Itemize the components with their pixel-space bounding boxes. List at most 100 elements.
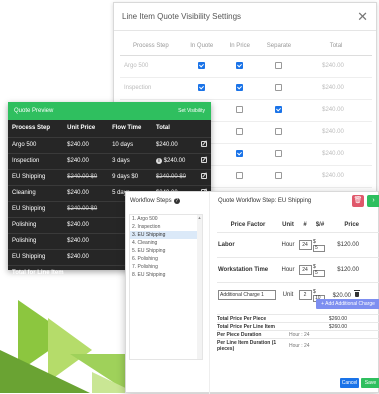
quote-column-header: Unit Price bbox=[63, 120, 109, 138]
visibility-column-header: In Quote bbox=[181, 37, 222, 56]
total-cell: $240.00 bbox=[300, 143, 372, 166]
separate-checkbox[interactable] bbox=[275, 84, 283, 92]
help-icon[interactable]: ? bbox=[173, 198, 180, 204]
separate-checkbox[interactable] bbox=[275, 150, 283, 158]
workflow-step-item[interactable]: 2. Inspection bbox=[130, 223, 202, 231]
cancel-button[interactable]: Cancel bbox=[340, 378, 359, 388]
unit-price-cell: $240.00 bbox=[63, 153, 109, 170]
separate-checkbox[interactable] bbox=[275, 172, 283, 180]
factor-name-cell: Labor bbox=[217, 242, 279, 248]
factor-name-cell: Workstation Time bbox=[217, 267, 279, 273]
workflow-step-item[interactable]: 5. EU Shipping bbox=[130, 247, 202, 255]
visibility-column-header: In Price bbox=[221, 37, 258, 56]
in-price-checkbox[interactable] bbox=[236, 84, 244, 92]
edit-icon[interactable] bbox=[200, 157, 207, 163]
quantity-input[interactable]: 24 bbox=[298, 265, 312, 275]
totals-row: Per Piece Duration Hour : 24 bbox=[217, 330, 379, 338]
close-icon[interactable]: ✕ bbox=[357, 9, 368, 25]
quantity-input[interactable]: 24 bbox=[298, 240, 312, 250]
scroll-up-icon[interactable]: ▲ bbox=[197, 215, 202, 220]
workflow-step-item[interactable]: 3. EU Shipping bbox=[130, 231, 202, 239]
separate-checkbox[interactable] bbox=[275, 128, 283, 136]
separate-cell bbox=[257, 99, 301, 122]
in-price-checkbox[interactable] bbox=[236, 172, 244, 180]
edit-cell bbox=[196, 169, 211, 186]
flow-time-cell: 10 days bbox=[108, 137, 152, 154]
factor-price-cell: $20.00 bbox=[327, 289, 361, 299]
in-price-checkbox[interactable] bbox=[236, 150, 244, 158]
factor-name-cell: Additional Charge 1 bbox=[217, 290, 279, 300]
total-struck: $240.00 $0 bbox=[155, 174, 186, 180]
unit-price-value: $240.00 bbox=[67, 190, 89, 196]
process-step-cell: Polishing bbox=[8, 233, 64, 250]
workflow-steps-label: Workflow Steps bbox=[130, 198, 172, 204]
factor-price: $120.00 bbox=[337, 267, 359, 273]
totals-label: Total Price Per Line Item bbox=[217, 323, 275, 330]
in-price-checkbox[interactable] bbox=[236, 106, 244, 114]
trash-icon[interactable] bbox=[354, 289, 360, 297]
factor-price-cell: $120.00 bbox=[327, 242, 361, 248]
workflow-step-item[interactable]: 8. EU Shipping bbox=[130, 271, 202, 279]
workflow-step-item[interactable]: 6. Polishing bbox=[130, 255, 202, 263]
factor-name-input[interactable]: Additional Charge 1 bbox=[218, 290, 276, 300]
workflow-step-item[interactable]: 4. Cleaning bbox=[130, 239, 202, 247]
factor-qty-cell: 2 bbox=[297, 290, 313, 300]
price-factor-column-header: Price Factor bbox=[230, 222, 266, 228]
in-price-checkbox[interactable] bbox=[236, 62, 244, 70]
info-icon[interactable]: i bbox=[155, 158, 162, 164]
table-row: Inspection $240.00 3 days i $240.00 bbox=[8, 153, 211, 170]
process-step-cell: Cleaning bbox=[8, 185, 64, 202]
separate-checkbox[interactable] bbox=[275, 62, 283, 70]
total-cell: $240.00 $0 bbox=[151, 169, 197, 186]
total-cell: $240.00 bbox=[300, 165, 372, 188]
factor-rate-cell: $5 bbox=[313, 239, 327, 252]
save-button[interactable]: Save bbox=[361, 378, 379, 388]
totals-row: Total Price Per Piece $260.00 bbox=[217, 314, 379, 322]
unit-price-cell: $240.00 bbox=[63, 185, 109, 202]
visibility-modal-header: Line Item Quote Visibility Settings ✕ bbox=[114, 3, 376, 31]
workflow-step-item[interactable]: 7. Polishing bbox=[130, 263, 202, 271]
delete-step-button[interactable]: 🗑 bbox=[352, 195, 364, 207]
total-cell: $240.00 bbox=[151, 137, 197, 154]
price-factor-header: Price Factor Unit # $/# Price bbox=[217, 218, 379, 232]
workflow-step-item[interactable]: 1. Argo 500 bbox=[130, 215, 202, 223]
unit-price-struck: $240.00 $0 bbox=[67, 174, 98, 180]
workflow-totals: Total Price Per Piece $260.00 Total Price … bbox=[217, 314, 379, 353]
totals-row: Total Price Per Line Item $260.00 bbox=[217, 322, 379, 330]
separate-cell bbox=[257, 165, 301, 188]
next-step-button[interactable]: › bbox=[367, 195, 379, 207]
factor-qty-cell: 24 bbox=[297, 240, 313, 250]
factor-name: Labor bbox=[218, 242, 235, 248]
in-price-cell bbox=[221, 77, 258, 100]
totals-label: Per Piece Duration bbox=[217, 331, 262, 338]
rate-input[interactable]: 5 bbox=[313, 244, 325, 252]
process-step-cell: EU Shipping bbox=[8, 169, 64, 186]
workflow-steps-list[interactable]: 1. Argo 500 2. Inspection 3. EU Shipping 4.… bbox=[129, 214, 203, 360]
in-quote-checkbox[interactable] bbox=[198, 62, 206, 70]
unit-price-cell: $240.00 $0 bbox=[63, 169, 109, 186]
process-step-cell: Argo 500 bbox=[120, 55, 182, 78]
add-additional-charge-button[interactable]: + Add Additional Charge bbox=[316, 299, 379, 309]
separate-checkbox[interactable] bbox=[275, 106, 283, 114]
edit-icon[interactable] bbox=[200, 141, 207, 147]
factor-qty-cell: 24 bbox=[297, 265, 313, 275]
steps-scrollbar[interactable]: ▲ bbox=[197, 215, 202, 359]
edit-icon[interactable] bbox=[200, 173, 207, 179]
visibility-table-header: Process Step In Quote In Price Separate Tota… bbox=[120, 37, 372, 56]
set-visibility-link[interactable]: Set Visibility bbox=[178, 108, 205, 114]
separate-cell bbox=[257, 55, 301, 78]
visibility-column-header: Process Step bbox=[120, 37, 182, 56]
in-price-checkbox[interactable] bbox=[236, 128, 244, 136]
factor-price: $120.00 bbox=[337, 242, 359, 248]
unit-price-cell: $240.00 $0 bbox=[63, 201, 109, 218]
in-quote-checkbox[interactable] bbox=[198, 84, 206, 92]
unit-price-value: $240.00 bbox=[67, 142, 89, 148]
total-cell: $240.00 bbox=[300, 55, 372, 78]
rate-input[interactable]: 5 bbox=[313, 269, 325, 277]
price-factor-column-header: $/# bbox=[315, 222, 325, 228]
totals-duration: Hour : 24 bbox=[289, 331, 310, 338]
flow-time-cell: 9 days $0 bbox=[108, 169, 152, 186]
table-row: Inspection $240.00 bbox=[120, 77, 372, 100]
quantity-input[interactable]: 2 bbox=[298, 290, 312, 300]
unit-price-cell: $240.00 bbox=[63, 233, 109, 250]
